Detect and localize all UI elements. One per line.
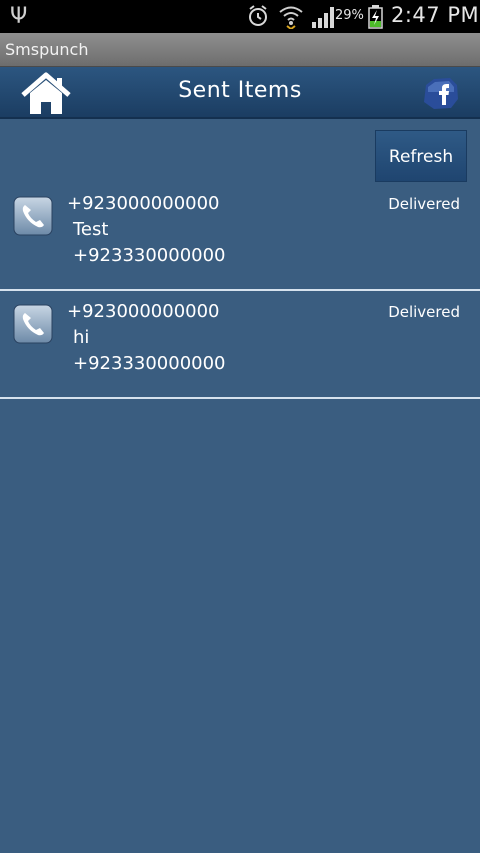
phone-icon xyxy=(13,304,53,344)
usb-icon: Ψ xyxy=(10,4,28,29)
phone-icon xyxy=(13,196,53,236)
list-item[interactable]: +923000000000 hi +923330000000 Delivered xyxy=(0,291,480,399)
sender-number: +923000000000 xyxy=(67,193,220,214)
app-title-bar: Smspunch xyxy=(0,33,480,67)
clock: 2:47 PM xyxy=(391,3,480,27)
recipient-number: +923330000000 xyxy=(73,245,226,266)
header: Sent Items xyxy=(0,67,480,119)
status-bar: Ψ 29% 2:47 PM xyxy=(0,0,480,33)
wifi-icon xyxy=(279,6,303,29)
signal-icon xyxy=(312,7,334,28)
app-title: Smspunch xyxy=(5,40,89,59)
page-title: Sent Items xyxy=(178,78,302,103)
message-text: Test xyxy=(73,219,109,240)
list-item[interactable]: +923000000000 Test +923330000000 Deliver… xyxy=(0,183,480,291)
alarm-icon xyxy=(249,5,267,26)
refresh-button[interactable]: Refresh xyxy=(375,130,467,182)
status-badge: Delivered xyxy=(388,195,460,213)
message-text: hi xyxy=(73,327,90,348)
battery-charging-icon xyxy=(368,5,383,29)
battery-percent: 29% xyxy=(335,8,364,23)
facebook-icon[interactable] xyxy=(420,75,460,111)
sender-number: +923000000000 xyxy=(67,301,220,322)
recipient-number: +923330000000 xyxy=(73,353,226,374)
status-badge: Delivered xyxy=(388,303,460,321)
